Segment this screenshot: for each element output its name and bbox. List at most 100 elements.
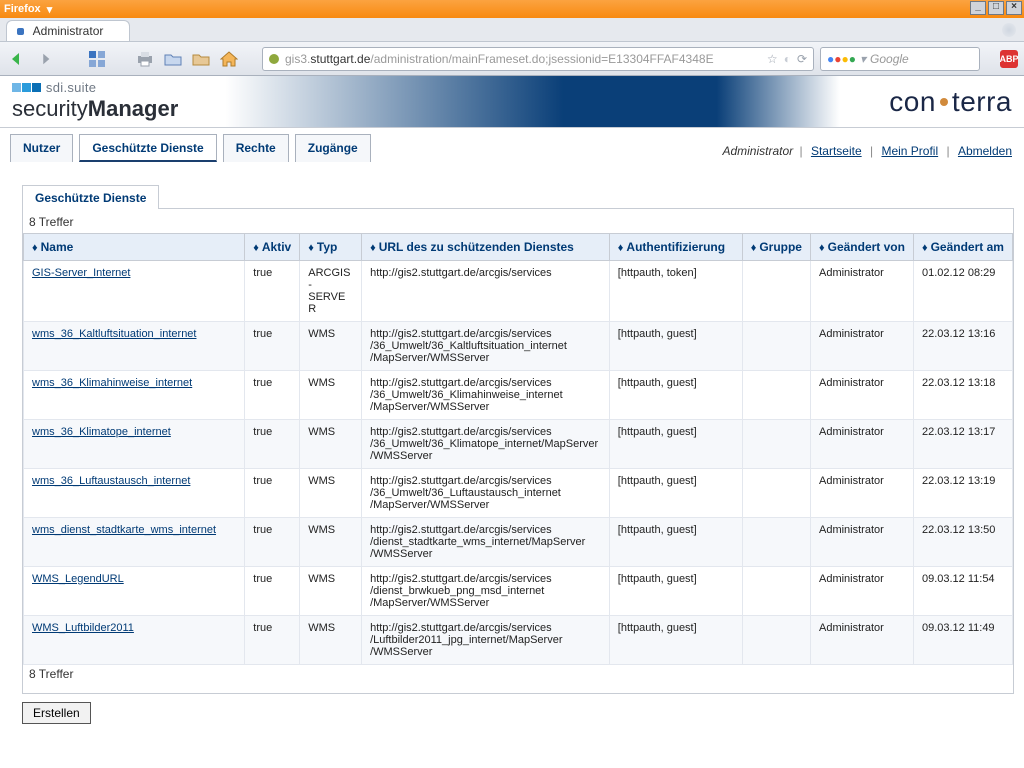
cell-gam: 09.03.12 11:54 bbox=[913, 567, 1012, 616]
tab-rechte[interactable]: Rechte bbox=[223, 134, 289, 162]
col-url[interactable]: ♦URL des zu schützenden Dienstes bbox=[362, 234, 610, 261]
browser-tab[interactable]: Administrator bbox=[6, 20, 130, 41]
cell-gam: 09.03.12 11:49 bbox=[913, 616, 1012, 665]
folder-open-icon[interactable] bbox=[190, 48, 212, 70]
cell-aktiv: true bbox=[245, 322, 300, 371]
table-row: WMS_Luftbilder2011trueWMShttp:​/​/gis2.s… bbox=[24, 616, 1013, 665]
link-mein-profil[interactable]: Mein Profil bbox=[881, 144, 938, 158]
cell-gvon: Administrator bbox=[810, 322, 913, 371]
feed-icon[interactable]: ◐ bbox=[784, 52, 791, 66]
cell-url: http:​/​/gis2.stuttgart.de​/arcgis​/serv… bbox=[362, 616, 610, 665]
result-count-top: 8 Treffer bbox=[23, 213, 1013, 233]
cell-auth: [httpauth, guest] bbox=[609, 322, 742, 371]
back-button[interactable] bbox=[6, 48, 28, 70]
link-abmelden[interactable]: Abmelden bbox=[958, 144, 1012, 158]
cell-gvon: Administrator bbox=[810, 616, 913, 665]
cell-auth: [httpauth, guest] bbox=[609, 567, 742, 616]
tabgroups-icon[interactable] bbox=[86, 48, 108, 70]
cell-typ: WMS bbox=[300, 371, 362, 420]
cell-typ: ARCGIS-SERVER bbox=[300, 261, 362, 322]
service-link[interactable]: GIS-Server_Internet bbox=[32, 267, 130, 279]
cell-gvon: Administrator bbox=[810, 420, 913, 469]
tab-zugaenge[interactable]: Zugänge bbox=[295, 134, 371, 162]
cell-gruppe bbox=[742, 371, 810, 420]
cell-gvon: Administrator bbox=[810, 469, 913, 518]
cell-typ: WMS bbox=[300, 420, 362, 469]
window-minimize-button[interactable]: _ bbox=[970, 1, 986, 15]
cell-aktiv: true bbox=[245, 469, 300, 518]
folder-icon[interactable] bbox=[162, 48, 184, 70]
table-row: wms_36_Klimatope_internettrueWMShttp:​/​… bbox=[24, 420, 1013, 469]
col-gruppe[interactable]: ♦Gruppe bbox=[742, 234, 810, 261]
service-link[interactable]: wms_36_Klimahinweise_internet bbox=[32, 377, 192, 389]
col-aktiv[interactable]: ♦Aktiv bbox=[245, 234, 300, 261]
col-gam[interactable]: ♦Geändert am bbox=[913, 234, 1012, 261]
url-text: gis3.stuttgart.de/administration/mainFra… bbox=[285, 52, 761, 66]
user-bar: Administrator | Startseite | Mein Profil… bbox=[722, 144, 1014, 162]
search-box[interactable]: ●●●● ▾ Google bbox=[820, 47, 980, 71]
cell-gruppe bbox=[742, 261, 810, 322]
cell-gvon: Administrator bbox=[810, 518, 913, 567]
tab-label: Administrator bbox=[33, 24, 104, 38]
cell-aktiv: true bbox=[245, 371, 300, 420]
cell-aktiv: true bbox=[245, 518, 300, 567]
col-name[interactable]: ♦Name bbox=[24, 234, 245, 261]
table-row: wms_36_Kaltluftsituation_internet trueWMS… bbox=[24, 322, 1013, 371]
cell-typ: WMS bbox=[300, 518, 362, 567]
cell-typ: WMS bbox=[300, 616, 362, 665]
cell-url: http:​/​/gis2.stuttgart.de​/arcgis​/serv… bbox=[362, 261, 610, 322]
firefox-label: Firefox bbox=[4, 3, 41, 15]
service-link[interactable]: wms_36_Luftaustausch_internet bbox=[32, 475, 190, 487]
cell-url: http:​/​/gis2.stuttgart.de​/arcgis​/serv… bbox=[362, 567, 610, 616]
forward-button[interactable] bbox=[34, 48, 56, 70]
cell-typ: WMS bbox=[300, 322, 362, 371]
conterra-logo: conterra bbox=[889, 86, 1012, 118]
table-row: wms_36_Klimahinweise_internettrueWMShttp… bbox=[24, 371, 1013, 420]
tab-favicon-icon bbox=[17, 28, 24, 35]
home-icon[interactable] bbox=[218, 48, 240, 70]
services-table: ♦Name ♦Aktiv ♦Typ ♦URL des zu schützende… bbox=[23, 233, 1013, 665]
cell-typ: WMS bbox=[300, 469, 362, 518]
product-brand: sdi.suite securityManager bbox=[12, 81, 178, 121]
print-icon[interactable] bbox=[134, 48, 156, 70]
current-role: Administrator bbox=[722, 144, 793, 158]
cell-gruppe bbox=[742, 322, 810, 371]
service-link[interactable]: wms_dienst_stadtkarte_wms_internet bbox=[32, 524, 216, 536]
result-count-bottom: 8 Treffer bbox=[23, 665, 1013, 685]
cell-gruppe bbox=[742, 567, 810, 616]
table-row: WMS_LegendURLtrueWMShttp:​/​/gis2.stuttg… bbox=[24, 567, 1013, 616]
col-typ[interactable]: ♦Typ bbox=[300, 234, 362, 261]
cell-url: http:​/​/gis2.stuttgart.de​/arcgis​/serv… bbox=[362, 469, 610, 518]
search-placeholder: Google bbox=[870, 52, 909, 66]
abp-icon[interactable]: ABP bbox=[1000, 50, 1018, 68]
cell-auth: [httpauth, guest] bbox=[609, 469, 742, 518]
cell-gam: 22.03.12 13:17 bbox=[913, 420, 1012, 469]
service-link[interactable]: wms_36_Klimatope_internet bbox=[32, 426, 171, 438]
browser-tab-strip: Administrator bbox=[0, 18, 1024, 42]
service-link[interactable]: wms_36_Kaltluftsituation_internet bbox=[32, 328, 196, 340]
window-close-button[interactable]: × bbox=[1006, 1, 1022, 15]
table-row: wms_36_Luftaustausch_internet trueWMShttp… bbox=[24, 469, 1013, 518]
window-maximize-button[interactable]: □ bbox=[988, 1, 1004, 15]
tab-nutzer[interactable]: Nutzer bbox=[10, 134, 73, 162]
cell-gruppe bbox=[742, 420, 810, 469]
col-auth[interactable]: ♦Authentifizierung bbox=[609, 234, 742, 261]
tab-list-button[interactable] bbox=[1002, 23, 1016, 37]
cell-gam: 22.03.12 13:19 bbox=[913, 469, 1012, 518]
reload-icon[interactable]: ⟳ bbox=[797, 52, 807, 66]
service-link[interactable]: WMS_LegendURL bbox=[32, 573, 124, 585]
erstellen-button[interactable]: Erstellen bbox=[22, 702, 91, 724]
cell-gvon: Administrator bbox=[810, 261, 913, 322]
link-startseite[interactable]: Startseite bbox=[811, 144, 862, 158]
site-identity-icon[interactable] bbox=[269, 54, 279, 64]
firefox-titlebar: Firefox ▾ _ □ × bbox=[0, 0, 1024, 18]
cell-auth: [httpauth, guest] bbox=[609, 616, 742, 665]
bookmark-star-icon[interactable]: ☆ bbox=[767, 52, 778, 66]
cell-gruppe bbox=[742, 469, 810, 518]
table-row: wms_dienst_stadtkarte_wms_internet trueWM… bbox=[24, 518, 1013, 567]
url-bar[interactable]: gis3.stuttgart.de/administration/mainFra… bbox=[262, 47, 814, 71]
cell-gruppe bbox=[742, 518, 810, 567]
tab-geschuetzte-dienste[interactable]: Geschützte Dienste bbox=[79, 134, 216, 162]
service-link[interactable]: WMS_Luftbilder2011 bbox=[32, 622, 134, 634]
col-gvon[interactable]: ♦Geändert von bbox=[810, 234, 913, 261]
